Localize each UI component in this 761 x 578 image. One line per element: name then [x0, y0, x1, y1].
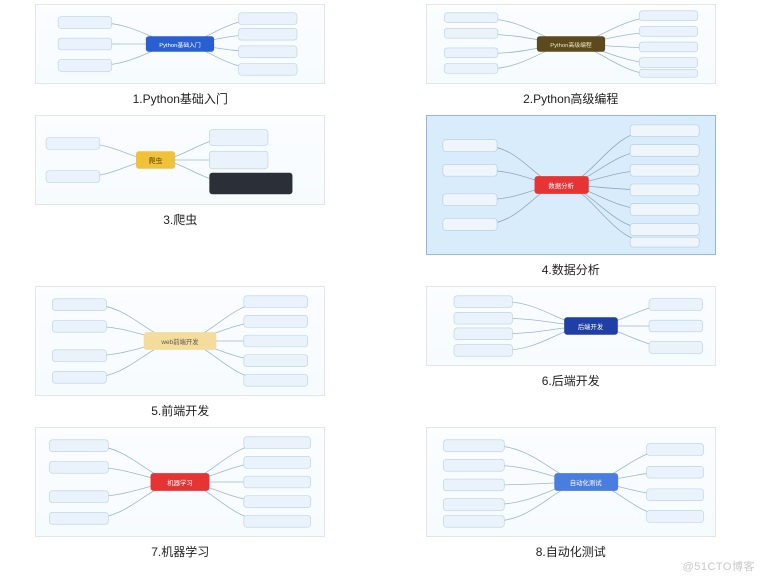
- cell-python-basics: Python基础入门 1.Python基础入门: [20, 4, 341, 107]
- thumbnail-ml[interactable]: 机器学习: [35, 427, 325, 537]
- thumbnail-python-basics[interactable]: Python基础入门: [35, 4, 325, 84]
- thumbnail-frontend[interactable]: web前端开发: [35, 286, 325, 396]
- caption-python-basics: 1.Python基础入门: [133, 90, 228, 107]
- cell-backend: 后端开发 6.后端开发: [411, 286, 732, 419]
- thumbnail-data-analysis[interactable]: 数据分析: [426, 115, 716, 255]
- center-node-label: 数据分析: [548, 181, 574, 190]
- cell-frontend: web前端开发 5.前端开发: [20, 286, 341, 419]
- center-node-label: 后端开发: [578, 322, 604, 331]
- center-node-label: web前端开发: [161, 337, 200, 346]
- cell-ml: 机器学习 7.机器学习: [20, 427, 341, 560]
- thumbnail-autotest[interactable]: 自动化测试: [426, 427, 716, 537]
- cell-python-advanced: Python高级编程 2.Python高级编程: [411, 4, 732, 107]
- center-node-label: 爬虫: [149, 156, 163, 165]
- center-node-label: 自动化测试: [570, 478, 603, 487]
- center-node-label: Python基础入门: [159, 41, 201, 49]
- center-node-label: Python高级编程: [550, 41, 592, 49]
- caption-frontend: 5.前端开发: [151, 402, 209, 419]
- caption-python-advanced: 2.Python高级编程: [523, 90, 618, 107]
- caption-spider: 3.爬虫: [163, 211, 197, 228]
- caption-ml: 7.机器学习: [151, 543, 209, 560]
- center-node-label: 机器学习: [167, 478, 193, 487]
- thumbnail-backend[interactable]: 后端开发: [426, 286, 716, 366]
- cell-spider: 爬虫 3.爬虫: [20, 115, 341, 278]
- thumbnail-grid: Python基础入门 1.Python基础入门 Python高级编程 2.Pyt…: [0, 0, 761, 564]
- thumbnail-spider[interactable]: 爬虫: [35, 115, 325, 205]
- watermark: @51CTO博客: [683, 558, 755, 574]
- cell-data-analysis: 数据分析 4.数据分析: [411, 115, 732, 278]
- caption-backend: 6.后端开发: [542, 372, 600, 389]
- caption-data-analysis: 4.数据分析: [542, 261, 600, 278]
- accent-block: [210, 173, 293, 195]
- thumbnail-python-advanced[interactable]: Python高级编程: [426, 4, 716, 84]
- caption-autotest: 8.自动化测试: [536, 543, 606, 560]
- cell-autotest: 自动化测试 8.自动化测试: [411, 427, 732, 560]
